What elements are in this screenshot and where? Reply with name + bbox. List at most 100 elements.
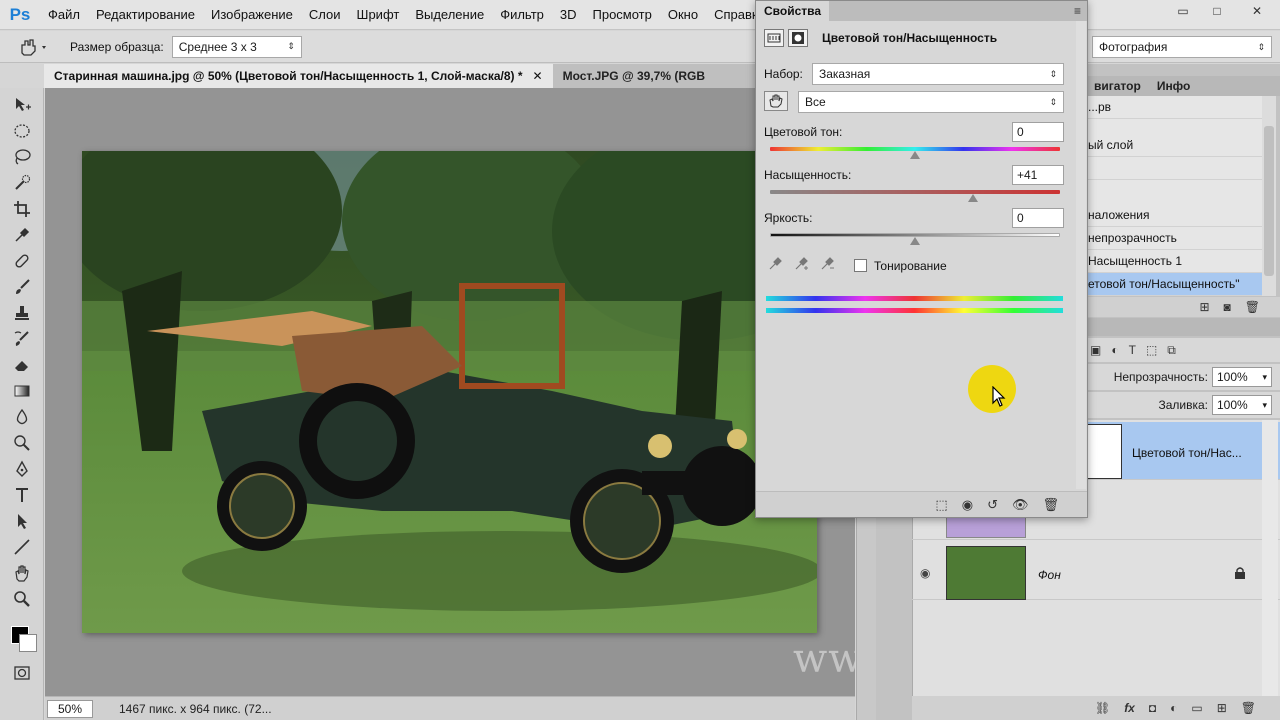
delete-icon[interactable]: 🗑 xyxy=(1245,300,1260,314)
menu-view[interactable]: Просмотр xyxy=(585,0,660,30)
tab-info[interactable]: Инфо xyxy=(1149,79,1199,93)
tab-old-car[interactable]: Старинная машина.jpg @ 50% (Цветовой тон… xyxy=(44,64,553,88)
stamp-tool-icon[interactable] xyxy=(7,300,37,326)
new-document-from-state-icon[interactable]: ⊞ xyxy=(1199,300,1209,314)
zoom-tool-icon[interactable] xyxy=(7,586,37,612)
filter-adjustment-icon[interactable]: ◐ xyxy=(1111,343,1118,357)
channel-select[interactable]: Все ⇕ xyxy=(798,91,1064,113)
link-layers-icon[interactable]: ⛓ xyxy=(1095,701,1110,715)
layer-name[interactable]: Цветовой тон/Нас... xyxy=(1132,446,1242,460)
eye-icon[interactable]: ◉ xyxy=(920,566,936,580)
dodge-tool-icon[interactable] xyxy=(7,430,37,456)
history-item[interactable]: ...рв xyxy=(1086,96,1262,119)
history-item[interactable] xyxy=(1086,157,1262,180)
opacity-field[interactable]: 100% ▾ xyxy=(1212,367,1272,387)
tab-navigator[interactable]: вигатор xyxy=(1086,79,1149,93)
filter-shape-icon[interactable]: ⬚ xyxy=(1146,343,1157,357)
new-adjustment-layer-icon[interactable]: ◐ xyxy=(1170,701,1177,715)
path-selection-tool-icon[interactable] xyxy=(7,508,37,534)
preset-select[interactable]: Заказная ⇕ xyxy=(812,63,1064,85)
scrollbar-thumb[interactable] xyxy=(1264,126,1274,276)
fx-icon[interactable]: fx xyxy=(1124,701,1135,715)
menu-3d[interactable]: 3D xyxy=(552,0,585,30)
hue-field[interactable]: 0 xyxy=(1012,122,1064,142)
move-tool-icon[interactable] xyxy=(7,92,37,118)
sample-size-select[interactable]: Среднее 3 х 3 ⇕ xyxy=(171,35,302,58)
lightness-field[interactable]: 0 xyxy=(1012,208,1064,228)
hue-slider-thumb[interactable] xyxy=(910,151,920,159)
eyedropper-minus-icon[interactable] xyxy=(820,255,836,274)
lasso-tool-icon[interactable] xyxy=(7,144,37,170)
add-mask-icon[interactable]: ◘ xyxy=(1149,701,1156,715)
panel-menu-icon[interactable]: ≡ xyxy=(1074,4,1081,18)
layers-scrollbar[interactable] xyxy=(1262,420,1278,696)
filter-type-icon[interactable]: T xyxy=(1129,343,1136,357)
close-tab-icon[interactable]: ✕ xyxy=(533,69,543,83)
history-item[interactable]: ый слой xyxy=(1086,134,1262,157)
menu-type[interactable]: Шрифт xyxy=(349,0,408,30)
history-item[interactable]: наложения xyxy=(1086,204,1262,227)
targeted-adjustment-hand-icon[interactable] xyxy=(764,91,788,111)
new-group-icon[interactable]: ▭ xyxy=(1191,701,1202,715)
layer-name[interactable]: Фон xyxy=(1038,568,1061,582)
menu-file[interactable]: Файл xyxy=(40,0,88,30)
saturation-field[interactable]: +41 xyxy=(1012,165,1064,185)
menu-layers[interactable]: Слои xyxy=(301,0,349,30)
properties-scrollbar[interactable] xyxy=(1076,21,1086,489)
eyedropper-tool-icon[interactable] xyxy=(7,222,37,248)
quick-mask-icon[interactable] xyxy=(7,660,37,686)
canvas-area[interactable]: www.photoshopsunduchok.ru xyxy=(45,88,855,696)
crop-tool-icon[interactable] xyxy=(7,196,37,222)
clip-to-layer-icon[interactable]: ⬚ xyxy=(935,497,947,513)
saturation-slider-thumb[interactable] xyxy=(968,194,978,202)
mask-icon[interactable] xyxy=(788,29,808,47)
adjustment-icon[interactable] xyxy=(764,29,784,47)
eyedropper-plus-icon[interactable] xyxy=(794,255,810,274)
delete-layer-icon[interactable]: 🗑 xyxy=(1241,701,1256,715)
fill-field[interactable]: 100% ▾ xyxy=(1212,395,1272,415)
history-scrollbar[interactable] xyxy=(1262,96,1276,296)
new-layer-icon[interactable]: ⊞ xyxy=(1217,701,1227,715)
document-size-info[interactable]: 1467 пикс. х 964 пикс. (72... xyxy=(119,702,272,716)
background-color-swatch[interactable] xyxy=(18,634,37,652)
layer-mask-thumbnail[interactable] xyxy=(1086,424,1122,479)
document-image[interactable] xyxy=(82,151,817,633)
colorize-checkbox[interactable] xyxy=(854,259,867,272)
line-tool-icon[interactable] xyxy=(7,534,37,560)
menu-image[interactable]: Изображение xyxy=(203,0,301,30)
history-item[interactable]: Насыщенность 1 xyxy=(1086,250,1262,273)
delete-adjustment-icon[interactable]: 🗑 xyxy=(1042,497,1059,513)
workspace-select[interactable]: Фотография ⇕ xyxy=(1092,36,1272,58)
reset-icon[interactable]: ↺ xyxy=(987,497,998,513)
zoom-field[interactable]: 50% xyxy=(47,699,93,718)
color-swatches[interactable] xyxy=(5,620,39,660)
quick-select-tool-icon[interactable] xyxy=(7,170,37,196)
history-item[interactable]: непрозрачность xyxy=(1086,227,1262,250)
menu-edit[interactable]: Редактирование xyxy=(88,0,203,30)
healing-brush-tool-icon[interactable] xyxy=(7,248,37,274)
brush-tool-icon[interactable] xyxy=(7,274,37,300)
properties-title-bar[interactable]: Свойства ≡ xyxy=(756,1,1087,21)
minimize-button[interactable]: ▭ xyxy=(1166,0,1200,22)
history-item-selected[interactable]: етовой тон/Насыщенность" xyxy=(1086,273,1262,296)
view-previous-state-icon[interactable]: ◉ xyxy=(962,497,973,513)
tab-bridge[interactable]: Мост.JPG @ 39,7% (RGB xyxy=(553,64,715,88)
toggle-visibility-icon[interactable]: 👁 xyxy=(1012,497,1029,513)
saturation-slider-track[interactable] xyxy=(770,190,1060,194)
close-button[interactable]: ✕ xyxy=(1234,0,1280,22)
filter-image-icon[interactable]: ▣ xyxy=(1090,343,1101,357)
eyedropper-preset-icon[interactable] xyxy=(16,35,60,59)
filter-smart-object-icon[interactable]: ⧉ xyxy=(1167,343,1176,358)
tab-properties[interactable]: Свойства xyxy=(756,1,830,21)
menu-window[interactable]: Окно xyxy=(660,0,706,30)
eyedropper-icon[interactable] xyxy=(768,255,784,274)
eraser-tool-icon[interactable] xyxy=(7,352,37,378)
hand-tool-icon[interactable] xyxy=(7,560,37,586)
gradient-tool-icon[interactable] xyxy=(7,378,37,404)
lightness-slider-thumb[interactable] xyxy=(910,237,920,245)
layer-thumbnail[interactable] xyxy=(946,546,1026,600)
blur-tool-icon[interactable] xyxy=(7,404,37,430)
new-snapshot-icon[interactable]: ◙ xyxy=(1224,300,1231,314)
menu-filter[interactable]: Фильтр xyxy=(492,0,552,30)
history-brush-tool-icon[interactable] xyxy=(7,326,37,352)
